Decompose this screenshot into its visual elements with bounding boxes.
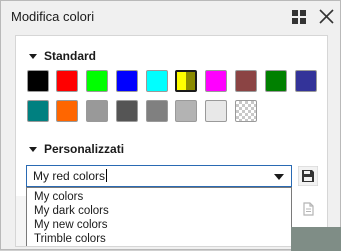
swatch-gray-5[interactable] [205, 100, 227, 122]
combobox-value: My red colors [33, 169, 108, 183]
swatch-gray-2[interactable] [116, 100, 138, 122]
colors-panel: Standard Personalizzati My red colors My… [15, 35, 328, 247]
swatch-blue[interactable] [116, 70, 138, 92]
swatch-gray-4[interactable] [175, 100, 197, 122]
chevron-down-icon[interactable] [274, 174, 284, 180]
edit-colors-window: Modifica colori Standard Personalizzati … [0, 0, 341, 251]
dropdown-option[interactable]: Trimble colors [34, 233, 106, 245]
collapse-triangle-icon [29, 146, 37, 152]
floppy-disk-icon[interactable] [298, 166, 318, 186]
custom-palette-dropdown: My colors My dark colors My new colors T… [26, 187, 292, 246]
swatch-indigo[interactable] [295, 70, 317, 92]
collapse-triangle-icon [29, 53, 37, 59]
swatch-teal[interactable] [27, 100, 49, 122]
standard-label: Standard [44, 49, 97, 63]
custom-palette-combobox[interactable]: My red colors [26, 165, 292, 187]
swatch-cyan[interactable] [146, 70, 168, 92]
dock-grid-icon[interactable] [292, 10, 306, 24]
swatch-transparent[interactable] [235, 100, 257, 122]
title-bar: Modifica colori [1, 1, 340, 32]
swatch-green[interactable] [86, 70, 108, 92]
underlying-control-edge [16, 196, 26, 246]
standard-section-header[interactable]: Standard [29, 49, 96, 63]
swatch-gray-3[interactable] [146, 100, 168, 122]
custom-label: Personalizzati [44, 142, 125, 156]
swatch-yellow-selected[interactable] [175, 70, 197, 92]
swatch-gray-1[interactable] [86, 100, 108, 122]
swatch-magenta[interactable] [205, 70, 227, 92]
dropdown-option[interactable]: My dark colors [34, 205, 109, 217]
custom-section-header[interactable]: Personalizzati [29, 142, 124, 156]
window-title: Modifica colori [11, 9, 95, 24]
swatch-red[interactable] [56, 70, 78, 92]
close-icon[interactable] [319, 9, 334, 24]
swatch-orange[interactable] [56, 100, 78, 122]
document-icon[interactable] [298, 199, 318, 219]
dropdown-option[interactable]: My new colors [34, 219, 108, 231]
background-scene-strip [291, 227, 341, 251]
swatch-dark-green[interactable] [265, 70, 287, 92]
swatch-brown[interactable] [235, 70, 257, 92]
swatch-black[interactable] [27, 70, 49, 92]
dropdown-option[interactable]: My colors [34, 191, 83, 203]
